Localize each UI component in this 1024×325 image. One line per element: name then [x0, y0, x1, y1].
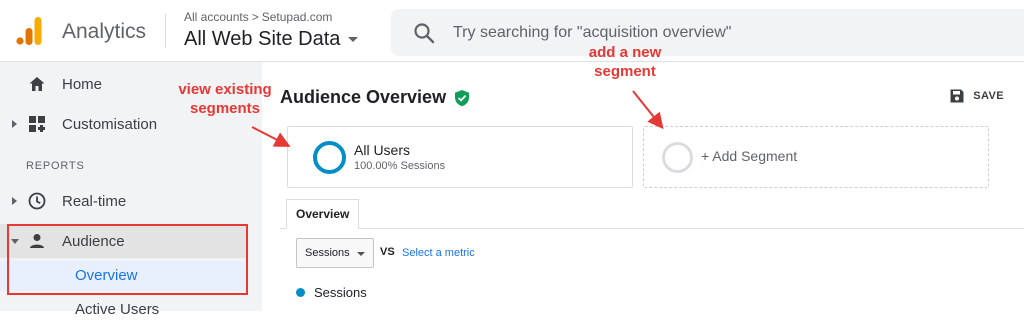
search-icon — [414, 22, 435, 43]
annotation-line: add a new — [588, 44, 662, 61]
highlight-box — [7, 224, 248, 295]
vs-label: VS — [380, 246, 395, 258]
top-header: Analytics All accounts > Setupad.com All W… — [0, 0, 1024, 62]
breadcrumb[interactable]: All accounts > Setupad.com — [184, 10, 332, 24]
chevron-right-icon — [12, 197, 17, 205]
tabs-divider — [280, 228, 1024, 229]
save-button[interactable]: SAVE — [949, 88, 1004, 104]
segment-detail: 100.00% Sessions — [354, 160, 446, 172]
annotation-view-existing-segments: view existing segments — [160, 80, 290, 118]
segment-name: All Users — [354, 142, 411, 158]
metric-select[interactable]: Sessions — [296, 238, 374, 268]
add-segment-button[interactable]: + Add Segment — [643, 126, 989, 188]
clock-icon — [28, 192, 46, 210]
sidebar-item-label: Customisation — [62, 115, 158, 133]
sidebar-item-active-users[interactable]: Active Users — [0, 295, 262, 325]
save-icon — [950, 89, 964, 103]
breadcrumb-separator: > — [251, 10, 259, 24]
select-metric-link[interactable]: Select a metric — [402, 247, 475, 259]
sidebar-item-label: Real-time — [62, 192, 127, 210]
view-selector[interactable]: All Web Site Data — [184, 28, 359, 51]
chevron-right-icon — [12, 120, 17, 128]
header-divider — [165, 14, 166, 48]
tab-overview[interactable]: Overview — [286, 199, 360, 229]
dashboard-grid-icon — [29, 116, 45, 132]
home-icon — [29, 77, 45, 91]
chevron-down-icon — [348, 37, 359, 42]
legend-label: Sessions — [314, 285, 367, 300]
sidebar-item-realtime[interactable]: Real-time — [0, 183, 262, 219]
annotation-line: segments — [189, 100, 261, 117]
metric-select-value: Sessions — [305, 247, 350, 259]
analytics-logo-icon[interactable] — [16, 16, 42, 46]
main-content: Audience Overview SAVE All Users 100.00%… — [262, 62, 1024, 311]
annotation-add-new-segment: add a new segment — [560, 43, 690, 81]
chevron-down-icon — [357, 252, 365, 256]
sidebar-item-label: Home — [62, 75, 103, 93]
page-title-text: Audience Overview — [280, 87, 447, 107]
search-placeholder[interactable]: Try searching for "acquisition overview" — [453, 24, 731, 42]
tab-overview-label: Overview — [296, 207, 350, 221]
sidebar-item-label: Active Users — [75, 301, 160, 318]
breadcrumb-account[interactable]: Setupad.com — [262, 10, 333, 24]
annotation-line: view existing — [178, 81, 272, 98]
save-label: SAVE — [973, 90, 1004, 102]
search-bar[interactable]: Try searching for "acquisition overview" — [391, 9, 1024, 56]
reports-heading: REPORTS — [26, 160, 85, 172]
segment-card-all-users[interactable]: All Users 100.00% Sessions — [287, 126, 633, 188]
empty-segment-ring-icon — [662, 142, 693, 173]
verified-shield-icon — [455, 89, 470, 106]
legend-dot — [296, 288, 305, 297]
product-name: Analytics — [62, 20, 147, 43]
page-title: Audience Overview — [280, 87, 470, 108]
view-name: All Web Site Data — [184, 28, 341, 50]
segment-ring-icon — [313, 141, 346, 174]
breadcrumb-parent[interactable]: All accounts — [184, 10, 249, 24]
annotation-line: segment — [594, 63, 656, 80]
add-segment-label: + Add Segment — [701, 148, 798, 164]
